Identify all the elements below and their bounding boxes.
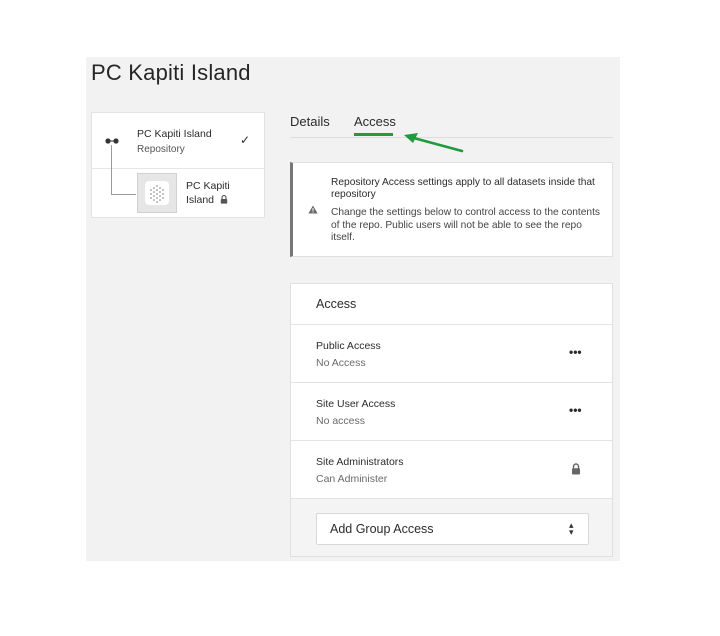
lock-icon (220, 195, 228, 204)
repository-name: PC Kapiti Island (137, 128, 212, 140)
tab-access[interactable]: Access (354, 114, 396, 129)
access-row-public: Public Access No Access ••• (291, 325, 612, 383)
warning-icon (308, 205, 318, 214)
arrow-annotation-icon (404, 133, 464, 153)
check-icon: ✓ (240, 133, 251, 147)
access-row-site-admins: Site Administrators Can Administer (291, 441, 612, 499)
access-row-label: Public Access (316, 340, 381, 352)
tree-connector (111, 194, 136, 195)
dataset-name-line2: Island (186, 194, 215, 206)
dataset-thumbnail-icon[interactable] (137, 173, 177, 213)
more-options-icon[interactable]: ••• (569, 403, 582, 417)
notice-heading: Repository Access settings apply to all … (331, 177, 595, 200)
add-group-access-label: Add Group Access (330, 522, 434, 536)
tree-item-repository[interactable]: PC Kapiti Island Repository ✓ (92, 113, 264, 169)
tab-details[interactable]: Details (290, 114, 330, 129)
select-caret-icon: ▴ ▾ (569, 520, 574, 537)
access-row-label: Site User Access (316, 398, 396, 410)
node-icon (105, 138, 119, 144)
more-options-icon[interactable]: ••• (569, 345, 582, 359)
repository-type: Repository (137, 144, 185, 155)
access-card-header: Access (291, 284, 612, 325)
access-row-value: No Access (316, 357, 366, 369)
access-row-value: No access (316, 415, 366, 427)
page-title: PC Kapiti Island (91, 60, 251, 85)
repository-access-notice: Repository Access settings apply to all … (290, 162, 613, 257)
tree-item-dataset[interactable]: PC Kapiti Island (186, 179, 246, 207)
add-group-access-select[interactable]: Add Group Access ▴ ▾ (316, 513, 589, 545)
active-tab-indicator (354, 133, 393, 136)
dataset-name-line1: PC Kapiti (186, 180, 230, 192)
access-row-site-user: Site User Access No access ••• (291, 383, 612, 441)
access-card: Access Public Access No Access ••• Site … (290, 283, 613, 557)
access-row-label: Site Administrators (316, 456, 404, 468)
lock-icon (572, 463, 580, 475)
add-group-area: Add Group Access ▴ ▾ (291, 499, 612, 556)
notice-body: Change the settings below to control acc… (331, 207, 600, 243)
access-title: Access (316, 297, 357, 311)
repository-tree: PC Kapiti Island Repository ✓ PC Kapiti … (91, 112, 265, 218)
point-cloud-icon (145, 181, 169, 205)
tree-connector (111, 145, 112, 195)
access-row-value: Can Administer (316, 473, 388, 485)
